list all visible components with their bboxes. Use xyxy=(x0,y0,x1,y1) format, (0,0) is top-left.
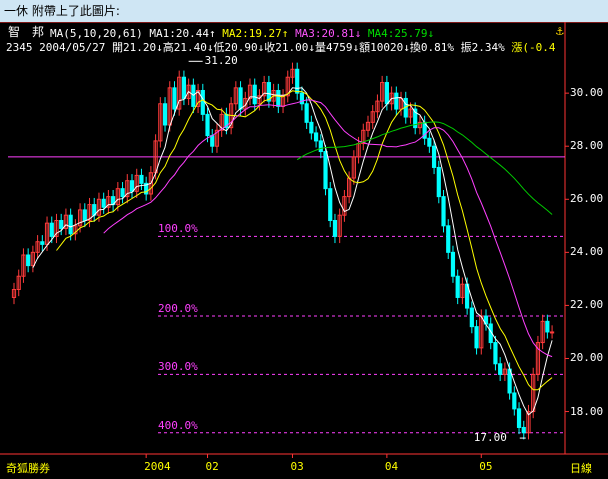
ma-header: MA(5,10,20,61) MA1:20.44↑ MA2:19.27↑ MA3… xyxy=(50,27,434,40)
ma-params: MA(5,10,20,61) xyxy=(50,27,143,40)
candle-body xyxy=(139,174,144,184)
volume-value: 量4759↓ xyxy=(314,41,360,54)
candle-body xyxy=(82,209,87,222)
candle-body xyxy=(516,408,522,428)
candle-body xyxy=(431,145,437,168)
candle-body xyxy=(252,84,257,105)
candle-body xyxy=(295,68,300,94)
candle-body xyxy=(427,137,432,147)
candle-body xyxy=(68,214,73,235)
broker-name: 奇狐勝券 xyxy=(6,462,50,475)
candle-body xyxy=(521,426,526,434)
candle-body xyxy=(238,87,243,110)
candle-body xyxy=(40,241,45,245)
candle-body xyxy=(512,392,517,410)
candle-body xyxy=(59,220,64,229)
candle-body xyxy=(450,251,456,277)
ma1-line xyxy=(32,87,553,416)
peak-label: 31.20 xyxy=(204,54,238,68)
candle-body xyxy=(384,82,389,105)
candle-body xyxy=(332,220,338,237)
stock-name: 智 邦 xyxy=(8,25,45,39)
price-chart[interactable] xyxy=(0,22,608,479)
open-value: 開21.20↓ xyxy=(111,41,163,54)
candle-body xyxy=(172,87,177,110)
ma3-value: MA3:20.81↓ xyxy=(295,27,362,40)
chart-window[interactable]: 智 邦 MA(5,10,20,61) MA1:20.44↑ MA2:19.27↑… xyxy=(0,22,608,479)
y-tick-label: 30.00 xyxy=(570,86,604,100)
candle-body xyxy=(549,331,555,334)
x-tick-label: 05 xyxy=(479,460,493,473)
low-value: 低20.90↓ xyxy=(213,41,265,54)
percent-level-label: 400.0% xyxy=(158,418,198,432)
quote-header: 2345 2004/05/27 開21.20↓高21.40↓低20.90↓收21… xyxy=(6,41,555,54)
candle-body xyxy=(200,89,205,115)
candle-body xyxy=(394,92,399,110)
candle-body xyxy=(545,320,550,333)
amount-value: 額10020↓ xyxy=(359,41,410,54)
code-date: 2345 2004/05/27 xyxy=(6,41,106,54)
period-selector[interactable]: 日線 xyxy=(570,460,592,476)
ma4-value: MA4:25.79↓ xyxy=(367,27,435,40)
candle-body xyxy=(446,225,451,253)
trough-label: 17.00 xyxy=(473,431,507,445)
percent-level-label: 100.0% xyxy=(158,222,198,236)
x-tick-label: 2004 xyxy=(144,460,171,473)
candle-body xyxy=(276,89,281,107)
candle-body xyxy=(493,342,498,365)
candle-body xyxy=(299,92,305,105)
candle-body xyxy=(120,188,125,198)
candle-body xyxy=(181,76,187,99)
candle-body xyxy=(498,363,503,375)
candle-body xyxy=(328,188,333,222)
amplitude-value: 振2.34% xyxy=(460,41,505,54)
anchor-icon[interactable]: ⚓ xyxy=(556,24,564,39)
candle-body xyxy=(101,198,106,208)
candle-body xyxy=(436,166,441,198)
candle-body xyxy=(49,222,54,237)
candle-body xyxy=(129,180,135,192)
turnover-value: 換0.81% xyxy=(409,41,454,54)
x-tick-label: 03 xyxy=(290,460,304,473)
y-tick-label: 26.00 xyxy=(570,192,604,206)
window-caption: 一休 附帶上了此圖片: xyxy=(0,0,608,22)
close-value: 收21.00↓ xyxy=(264,41,315,54)
x-tick-label: 04 xyxy=(384,460,399,473)
y-tick-label: 20.00 xyxy=(570,351,604,365)
ma1-value: MA1:20.44↑ xyxy=(149,27,216,40)
y-tick-label: 22.00 xyxy=(570,298,604,312)
candle-body xyxy=(205,113,210,137)
candle-body xyxy=(313,132,319,142)
candle-body xyxy=(304,103,309,123)
percent-level-label: 200.0% xyxy=(158,302,198,316)
candle-body xyxy=(309,121,314,134)
candle-body xyxy=(474,326,479,349)
y-tick-label: 18.00 xyxy=(570,404,604,418)
y-tick-label: 24.00 xyxy=(570,245,604,259)
high-value: 高21.40↓ xyxy=(162,41,214,54)
candle-body xyxy=(323,151,328,190)
candle-body xyxy=(318,140,323,153)
percent-level-label: 300.0% xyxy=(158,360,198,374)
ma2-value: MA2:19.27↑ xyxy=(222,27,289,40)
y-tick-label: 28.00 xyxy=(570,139,604,153)
candle-body xyxy=(469,307,474,328)
candle-body xyxy=(26,254,31,267)
candle-body xyxy=(210,135,215,147)
candle-body xyxy=(441,196,446,227)
candle-body xyxy=(455,275,460,298)
change-value: 漲(-0.4 xyxy=(511,41,556,54)
candle-body xyxy=(162,103,168,126)
x-tick-label: 02 xyxy=(205,460,219,473)
